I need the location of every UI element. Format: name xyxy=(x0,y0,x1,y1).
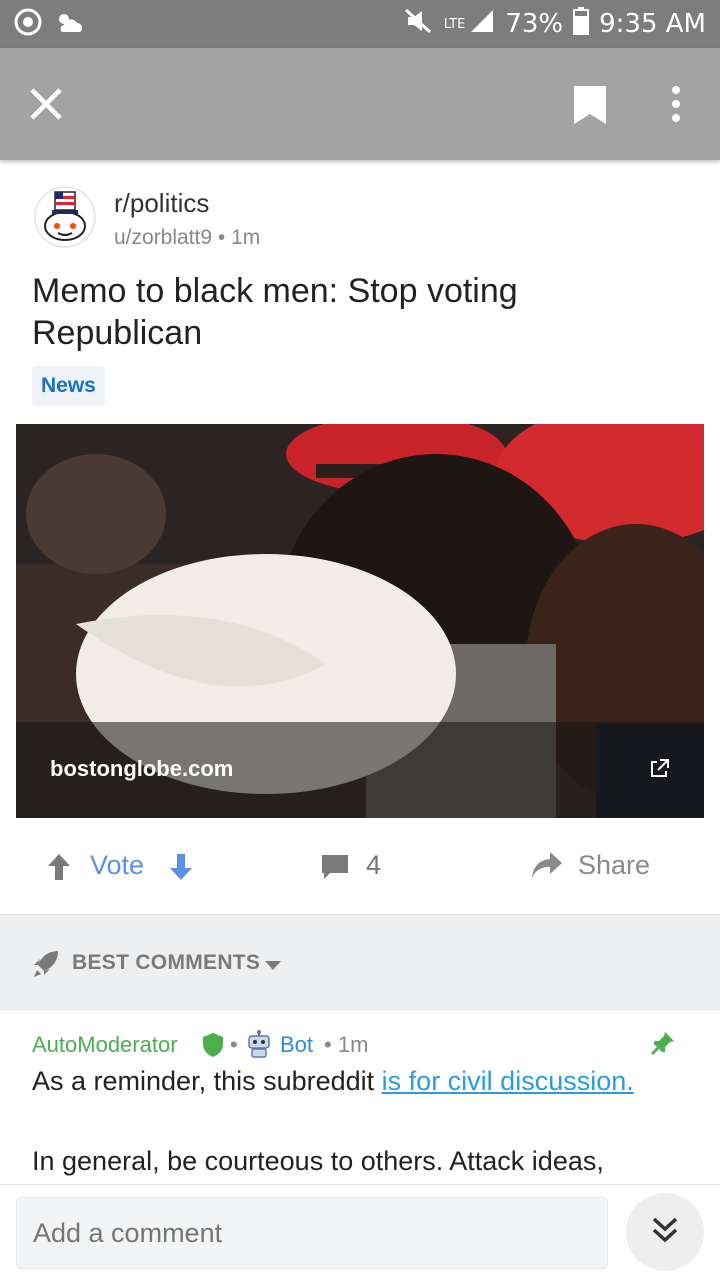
post-meta: u/zorblatt9 • 1m xyxy=(114,226,260,250)
comment-icon[interactable] xyxy=(320,852,350,887)
comments-sort-bar[interactable]: BEST COMMENTS xyxy=(0,914,720,1010)
post-flair[interactable]: News xyxy=(32,366,105,406)
next-comment-button[interactable] xyxy=(626,1193,704,1271)
pin-icon xyxy=(650,1030,676,1061)
vote-label: Vote xyxy=(90,850,145,880)
mute-icon xyxy=(404,8,434,41)
comment-composer-bar xyxy=(0,1184,720,1280)
comment-age-value: 1m xyxy=(337,1032,369,1057)
comment-input[interactable] xyxy=(16,1197,608,1269)
post-age: 1m xyxy=(231,226,261,249)
clock: 9:35 AM xyxy=(599,9,706,39)
comment-age-separator: • xyxy=(324,1032,332,1057)
robot-icon xyxy=(246,1030,272,1063)
rocket-icon xyxy=(32,949,60,984)
comment-author[interactable]: AutoModerator xyxy=(32,1032,178,1058)
post-author[interactable]: u/zorblatt9 xyxy=(114,226,212,249)
status-bar: LTE 73% 9:35 AM xyxy=(0,0,720,48)
comment-count[interactable]: 4 xyxy=(366,850,381,881)
comment-age: • 1m xyxy=(324,1032,368,1058)
chevron-down-icon[interactable] xyxy=(264,959,282,977)
link-domain[interactable]: bostonglobe.com xyxy=(50,756,233,782)
civil-discussion-link[interactable]: is for civil discussion. xyxy=(382,1066,634,1096)
bookmark-icon[interactable] xyxy=(572,84,608,126)
battery-level: 73% xyxy=(505,9,564,39)
double-chevron-down-icon xyxy=(649,1214,681,1251)
app-bar xyxy=(0,48,720,160)
more-vertical-icon[interactable] xyxy=(664,84,688,124)
link-preview[interactable]: bostonglobe.com xyxy=(16,424,704,818)
comment: AutoModerator • Bot • 1m As a reminder, … xyxy=(0,1012,720,1184)
chrome-icon xyxy=(14,8,42,40)
comment-separator: • xyxy=(230,1032,238,1057)
post-actions: Vote 4 Share xyxy=(0,830,720,902)
meta-separator: • xyxy=(217,226,226,249)
moderator-shield-icon xyxy=(202,1032,224,1063)
upvote-icon[interactable] xyxy=(46,852,72,887)
post-title[interactable]: Memo to black men: Stop voting Republica… xyxy=(32,270,632,354)
bot-badge: Bot xyxy=(280,1032,314,1057)
weather-icon xyxy=(52,8,86,40)
comment-body-prefix: As a reminder, this subreddit xyxy=(32,1066,382,1096)
subreddit-avatar[interactable] xyxy=(34,186,96,248)
share-icon[interactable] xyxy=(530,850,564,885)
battery-icon xyxy=(573,6,590,42)
external-link-icon[interactable] xyxy=(648,758,670,780)
share-button[interactable]: Share xyxy=(578,850,650,881)
comment-body-line1: As a reminder, this subreddit is for civ… xyxy=(32,1066,634,1097)
sort-label[interactable]: BEST COMMENTS xyxy=(72,951,260,975)
downvote-icon[interactable] xyxy=(168,852,194,887)
subreddit-name[interactable]: r/politics xyxy=(114,188,209,219)
network-type: LTE xyxy=(443,16,466,32)
close-icon[interactable] xyxy=(26,84,66,124)
comment-body-para2: In general, be courteous to others. Atta… xyxy=(32,1146,604,1176)
signal-icon xyxy=(469,8,495,41)
